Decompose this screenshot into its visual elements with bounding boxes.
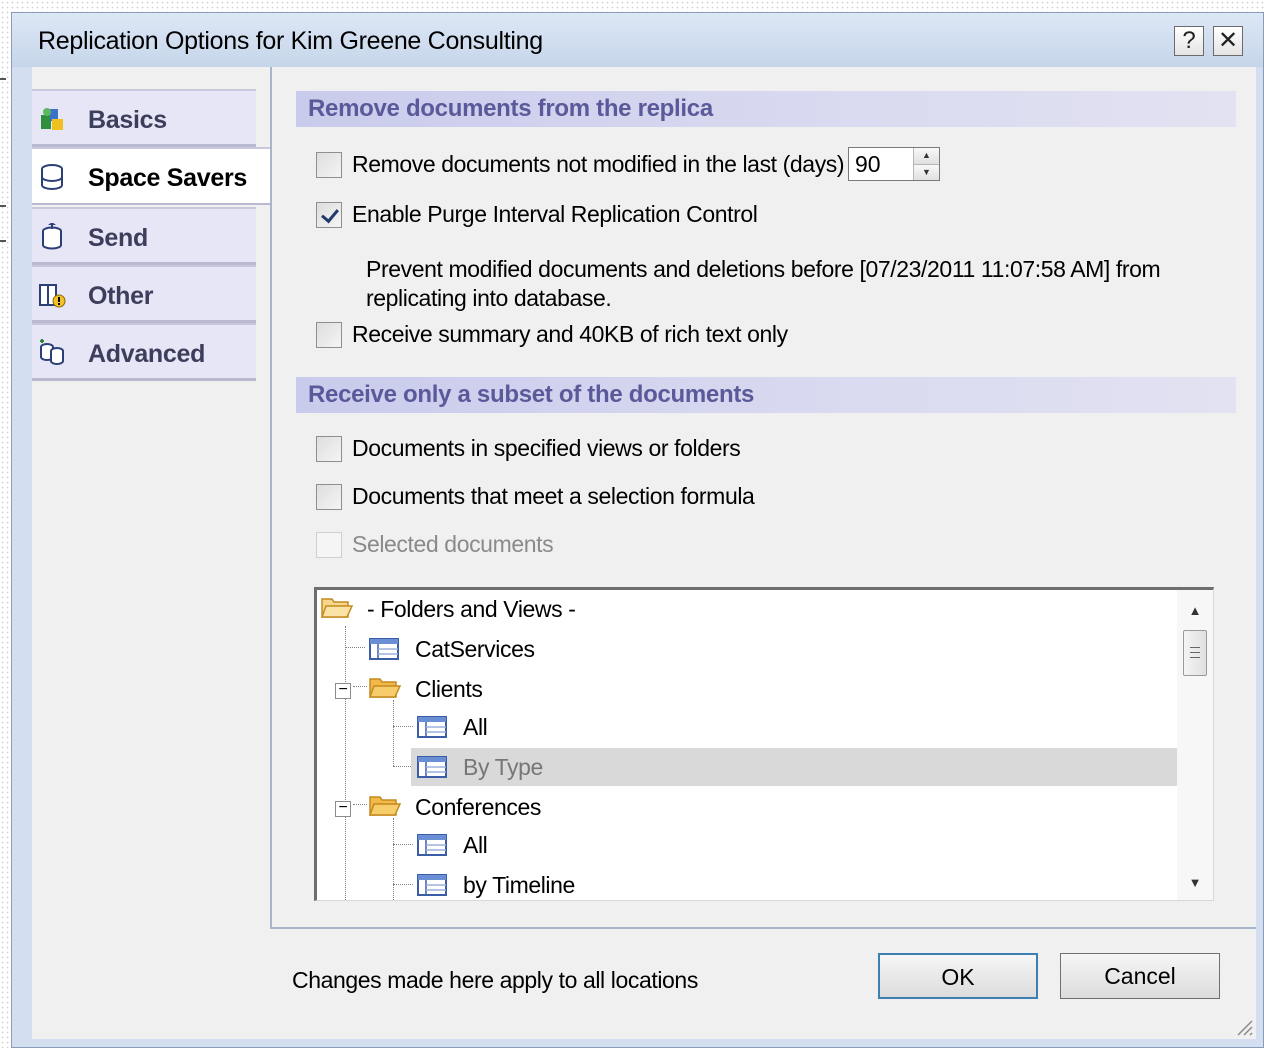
tree-item-conferences[interactable]: − Conferences: [317, 788, 1177, 826]
summary-only-label: Receive summary and 40KB of rich text on…: [352, 321, 788, 347]
tree-connector: [393, 766, 413, 767]
background-mark: [0, 78, 6, 80]
open-folder-icon: [369, 678, 401, 698]
selection-formula-label: Documents that meet a selection formula: [352, 483, 755, 509]
sidebar-item-label: Other: [88, 282, 154, 310]
sidebar-item-basics[interactable]: Basics: [32, 89, 256, 147]
summary-only-checkbox[interactable]: [316, 322, 342, 348]
tree-item-label: Clients: [415, 676, 483, 702]
view-icon: [417, 874, 447, 896]
view-icon: [417, 756, 447, 778]
tree-scrollbar[interactable]: ▲ ▼: [1177, 590, 1213, 900]
space-savers-panel: Remove documents from the replica Remove…: [270, 67, 1256, 929]
sidebar-item-space-savers[interactable]: Space Savers: [32, 147, 270, 205]
other-icon: [39, 284, 66, 308]
sidebar-item-other[interactable]: Other: [32, 265, 256, 323]
title-bar[interactable]: Replication Options for Kim Greene Consu…: [12, 13, 1263, 67]
sidebar-item-label: Advanced: [88, 340, 206, 368]
spin-up-icon[interactable]: ▲: [914, 148, 939, 164]
views-folders-checkbox[interactable]: [316, 436, 342, 462]
resize-grip-icon[interactable]: [1232, 1015, 1254, 1037]
footer-note: Changes made here apply to all locations: [292, 967, 698, 993]
sidebar-item-send[interactable]: Send: [32, 207, 256, 265]
selection-formula-checkbox[interactable]: [316, 484, 342, 510]
days-spinner-arrows[interactable]: ▲ ▼: [913, 148, 939, 180]
background-mark: [0, 240, 6, 242]
remove-not-modified-label: Remove documents not modified in the las…: [352, 151, 845, 177]
spin-down-icon[interactable]: ▼: [914, 164, 939, 180]
cancel-button[interactable]: Cancel: [1060, 953, 1220, 999]
tree-item-conferences-by-timeline[interactable]: by Timeline: [317, 866, 1177, 900]
view-icon: [417, 716, 447, 738]
replication-options-dialog: Replication Options for Kim Greene Consu…: [11, 12, 1264, 1048]
tree-item-label: By Type: [463, 754, 543, 780]
basics-icon: [41, 108, 63, 130]
tree-item-label: by Timeline: [463, 872, 575, 898]
sidebar: Basics Space Savers Send Other Advanced: [32, 67, 270, 929]
view-icon: [369, 638, 399, 660]
scrollbar-thumb[interactable]: [1183, 630, 1207, 676]
sidebar-item-advanced[interactable]: Advanced: [32, 323, 256, 381]
open-folder-icon: [321, 598, 353, 618]
folders-views-tree[interactable]: - Folders and Views - CatServices − Clie…: [314, 587, 1214, 901]
tree-item-label: All: [463, 714, 488, 740]
dialog-body: Basics Space Savers Send Other Advanced …: [32, 67, 1256, 1039]
subset-section-header: Receive only a subset of the documents: [296, 377, 1236, 413]
tree-item-clients[interactable]: − Clients: [317, 670, 1177, 708]
tree-item-label: Conferences: [415, 794, 542, 820]
remove-not-modified-checkbox[interactable]: [316, 152, 342, 178]
tree-item-label: - Folders and Views -: [367, 596, 576, 622]
tree-item-conferences-all[interactable]: All: [317, 826, 1177, 864]
space-savers-icon: [41, 164, 63, 190]
tree-item-label: All: [463, 832, 488, 858]
sidebar-item-label: Send: [88, 224, 148, 252]
dialog-title: Replication Options for Kim Greene Consu…: [38, 27, 543, 55]
scroll-down-icon[interactable]: ▼: [1177, 866, 1213, 900]
scroll-up-icon[interactable]: ▲: [1177, 594, 1213, 628]
tree-item-catservices[interactable]: CatServices: [317, 630, 1177, 668]
purge-interval-note: Prevent modified documents and deletions…: [366, 256, 1161, 311]
tree-item-root[interactable]: - Folders and Views -: [317, 590, 1177, 628]
selected-documents-label: Selected documents: [352, 531, 554, 557]
collapse-icon[interactable]: −: [335, 800, 351, 817]
collapse-icon[interactable]: −: [335, 682, 351, 699]
ok-button[interactable]: OK: [878, 953, 1038, 999]
sidebar-item-label: Space Savers: [88, 164, 248, 192]
remove-documents-section-header: Remove documents from the replica: [296, 91, 1236, 127]
tree-item-clients-by-type[interactable]: By Type: [411, 748, 1177, 786]
tree-item-label: CatServices: [415, 636, 535, 662]
advanced-icon: [40, 339, 64, 365]
background-mark: [0, 205, 6, 207]
views-folders-label: Documents in specified views or folders: [352, 435, 741, 461]
selected-documents-checkbox: [316, 532, 342, 558]
days-spinner[interactable]: 90 ▲ ▼: [848, 147, 940, 181]
close-button[interactable]: ✕: [1213, 26, 1243, 56]
purge-interval-checkbox[interactable]: [316, 202, 342, 228]
tree-item-clients-all[interactable]: All: [317, 708, 1177, 746]
open-folder-icon: [369, 796, 401, 816]
help-button[interactable]: ?: [1174, 26, 1204, 56]
purge-interval-label: Enable Purge Interval Replication Contro…: [352, 201, 758, 227]
days-value[interactable]: 90: [855, 151, 881, 178]
view-icon: [417, 834, 447, 856]
sidebar-item-label: Basics: [88, 106, 167, 134]
send-icon: [42, 223, 62, 250]
